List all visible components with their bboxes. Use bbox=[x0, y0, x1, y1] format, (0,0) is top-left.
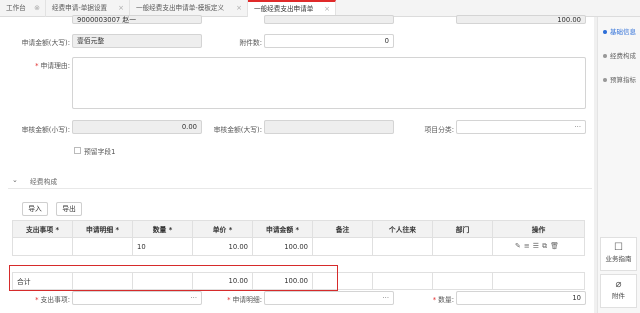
cell-amount[interactable]: 100.00 bbox=[252, 237, 313, 256]
audit-upper-field bbox=[264, 120, 394, 134]
section-header-expense[interactable]: ⌄ 经费构成 bbox=[8, 175, 592, 189]
reserved-field-label: 预留字段1 bbox=[84, 148, 116, 156]
more-icon[interactable]: ··· bbox=[191, 292, 197, 304]
cell-dept[interactable] bbox=[432, 237, 493, 256]
detail-label: * 申请明细: bbox=[227, 296, 262, 304]
audit-upper-label: 审核金额(大写): bbox=[213, 126, 262, 134]
tab-label: 一般经费支出申请单-模板定义 bbox=[136, 4, 225, 12]
table-row[interactable]: 10 10.00 100.00 ✎≡☰⧉🗑 bbox=[12, 237, 585, 256]
cell-item[interactable] bbox=[12, 237, 73, 256]
anchor-budget-indicator[interactable]: 预算指标 bbox=[603, 74, 636, 84]
col-header: 操作 bbox=[492, 220, 585, 238]
amount-lower-field: 100.00 bbox=[456, 15, 586, 24]
paperclip-icon: ⌀ bbox=[615, 279, 622, 290]
col-header: 部门 bbox=[432, 220, 493, 238]
insert-row-icon[interactable]: ≡ bbox=[524, 242, 533, 250]
reason-textarea[interactable] bbox=[72, 57, 586, 109]
close-icon[interactable]: × bbox=[236, 0, 242, 17]
tab-label: 一般经费支出申请单 bbox=[254, 5, 314, 13]
import-button[interactable]: 导入 bbox=[22, 202, 48, 216]
audit-lower-field: 0.00 bbox=[72, 120, 202, 134]
col-header: 单价 * bbox=[192, 220, 253, 238]
applicant-field: 9000003007 赵一 bbox=[72, 15, 202, 24]
cell-detail[interactable] bbox=[72, 237, 133, 256]
qty-label: * 数量: bbox=[432, 296, 454, 304]
project-type-label: 项目分类: bbox=[424, 126, 454, 134]
section-title: 经费构成 bbox=[30, 178, 58, 186]
reason-label: * 申请理由: bbox=[35, 62, 70, 70]
expense-item-select[interactable]: ··· bbox=[72, 291, 202, 305]
tab-label: 经费申请-单据设置 bbox=[52, 4, 108, 12]
anchor-expense-composition[interactable]: 经费构成 bbox=[603, 50, 636, 60]
col-header: 支出事项 * bbox=[12, 220, 73, 238]
table-header-row: 支出事项 * 申请明细 * 数量 * 单价 * 申请金额 * 备注 个人往来 部… bbox=[12, 220, 585, 238]
project-type-select[interactable]: ··· bbox=[456, 120, 586, 134]
tab-workbench[interactable]: 工作台 ⊗ bbox=[0, 0, 46, 17]
copy-icon[interactable]: ⧉ bbox=[542, 242, 550, 250]
tab-label: 工作台 bbox=[6, 4, 26, 12]
cell-operations: ✎≡☰⧉🗑 bbox=[492, 237, 585, 256]
col-header: 申请金额 * bbox=[252, 220, 313, 238]
col-header: 数量 * bbox=[132, 220, 193, 238]
cell-personal[interactable] bbox=[372, 237, 433, 256]
anchor-basic-info[interactable]: 基础信息 bbox=[603, 26, 636, 36]
cell-note[interactable] bbox=[312, 237, 373, 256]
total-highlight-box bbox=[9, 265, 338, 291]
detail-select[interactable]: ··· bbox=[264, 291, 394, 305]
expense-item-label: * 支出事项: bbox=[35, 296, 70, 304]
more-icon[interactable]: ··· bbox=[575, 121, 581, 133]
cell-qty[interactable]: 10 bbox=[132, 237, 193, 256]
org-field bbox=[264, 15, 394, 24]
attachments-button[interactable]: ⌀ 附件 bbox=[600, 274, 637, 308]
delete-icon[interactable]: 🗑 bbox=[550, 242, 562, 250]
export-button[interactable]: 导出 bbox=[56, 202, 82, 216]
col-header: 申请明细 * bbox=[72, 220, 133, 238]
attachments-label: 附件数: bbox=[239, 39, 262, 47]
attachments-field[interactable]: 0 bbox=[264, 34, 394, 48]
edit-icon[interactable]: ✎ bbox=[515, 242, 524, 250]
close-icon[interactable]: × bbox=[324, 2, 330, 16]
col-header: 个人往来 bbox=[372, 220, 433, 238]
guide-icon: ☐ bbox=[614, 242, 623, 253]
cell-price[interactable]: 10.00 bbox=[192, 237, 253, 256]
amount-upper-label: 申请金额(大写): bbox=[21, 39, 70, 47]
col-header: 备注 bbox=[312, 220, 373, 238]
reserved-checkbox[interactable] bbox=[74, 147, 81, 154]
qty-field[interactable]: 10 bbox=[456, 291, 586, 305]
amount-upper-field: 壹佰元整 bbox=[72, 34, 202, 48]
audit-lower-label: 审核金额(小写): bbox=[21, 126, 70, 134]
list-icon[interactable]: ☰ bbox=[533, 242, 542, 250]
business-guide-button[interactable]: ☐ 业务指南 bbox=[600, 237, 637, 271]
more-icon[interactable]: ··· bbox=[383, 292, 389, 304]
close-icon[interactable]: ⊗ bbox=[34, 0, 40, 17]
chevron-down-icon[interactable]: ⌄ bbox=[12, 176, 18, 184]
